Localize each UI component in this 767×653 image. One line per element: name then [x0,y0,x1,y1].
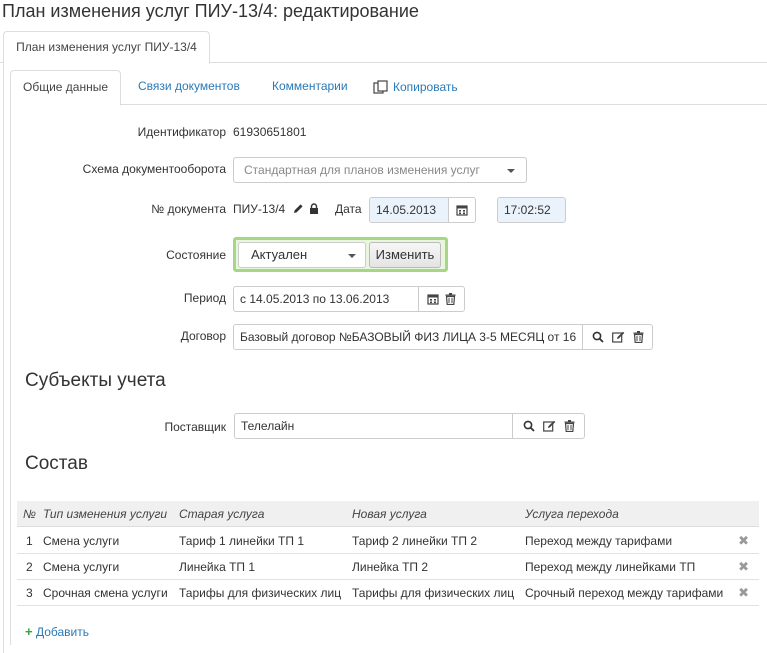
remove-icon[interactable]: ✖ [738,586,749,600]
state-group: Актуален Изменить [233,237,448,272]
inner-tabbar: Общие данные Связи документов Комментари… [10,70,767,106]
row-new: Тариф 2 линейки ТП 2 [352,534,478,548]
row-transition: Срочный переход между тарифами [525,586,724,600]
table-row[interactable]: 3 Срочная смена услуги Тарифы для физиче… [17,580,759,606]
trash-icon[interactable] [445,293,456,305]
remove-icon[interactable]: ✖ [738,534,749,548]
date-label: Дата [335,202,362,216]
row-new: Линейка ТП 2 [352,560,429,574]
tab-plan[interactable]: План изменения услуг ПИУ-13/4 [3,31,210,64]
copy-label: Копировать [393,80,458,94]
row-new: Тарифы для физических лиц [352,586,515,600]
identifier-value: 61930651801 [233,125,307,139]
chevron-down-icon [348,254,356,258]
row-type: Смена услуги [43,534,120,548]
state-select[interactable]: Актуален [238,242,366,268]
add-row-link[interactable]: + Добавить [25,624,89,639]
workflow-value: Стандартная для планов изменения услуг [244,163,480,177]
row-type: Срочная смена услуги [43,586,168,600]
provider-input[interactable]: Телелайн [234,413,513,439]
contract-input[interactable]: Базовый договор №БАЗОВЫЙ ФИЗ ЛИЦА 3-5 МЕ… [233,324,583,350]
pencil-icon[interactable] [292,203,304,215]
table-row[interactable]: 2 Смена услуги Линейка ТП 1 Линейка ТП 2… [17,554,759,580]
state-label: Состояние [166,248,226,262]
col-n: № [23,507,36,521]
provider-label: Поставщик [164,420,226,434]
tab-links[interactable]: Связи документов [138,70,240,105]
contract-label: Договор [180,329,226,343]
change-state-button[interactable]: Изменить [369,242,441,268]
docnum-label: № документа [151,202,226,216]
trash-icon[interactable] [633,331,644,343]
composition-title: Состав [25,453,88,474]
row-transition: Переход между тарифами [525,534,673,548]
identifier-label: Идентификатор [137,125,226,139]
page-title: План изменения услуг ПИУ-13/4: редактиро… [2,1,419,21]
row-type: Смена услуги [43,560,120,574]
plus-icon: + [25,624,33,639]
provider-addons [512,413,585,439]
trash-icon[interactable] [564,420,575,432]
row-n: 2 [26,560,33,574]
row-transition: Переход между линейками ТП [525,560,696,574]
search-icon[interactable] [523,420,535,432]
period-label: Период [183,291,226,305]
copy-button[interactable]: Копировать [373,70,458,105]
period-addons [418,286,465,312]
row-n: 3 [26,586,33,600]
outer-tabbar: План изменения услуг ПИУ-13/4 [0,31,767,64]
row-old: Линейка ТП 1 [179,560,256,574]
workflow-select[interactable]: Стандартная для планов изменения услуг [233,157,527,183]
workflow-label: Схема документооборота [82,162,226,176]
calendar-button[interactable] [448,197,476,223]
remove-icon[interactable]: ✖ [738,560,749,574]
tab-comments[interactable]: Комментарии [272,70,348,105]
search-icon[interactable] [592,331,604,343]
calendar-icon [456,204,468,216]
date-input[interactable]: 14.05.2013 [369,197,449,223]
row-old: Тарифы для физических лиц [179,586,342,600]
state-value: Актуален [251,247,308,262]
edit-icon[interactable] [542,420,556,432]
subjects-title: Субъекты учета [25,370,166,391]
period-input[interactable]: с 14.05.2013 по 13.06.2013 [233,286,419,312]
table-header: № Тип изменения услуги Старая услуга Нов… [17,501,759,527]
copy-icon [373,80,388,95]
col-new: Новая услуга [352,507,427,521]
lock-icon [309,203,319,215]
row-old: Тариф 1 линейки ТП 1 [179,534,305,548]
tab-general[interactable]: Общие данные [10,70,122,106]
time-input[interactable]: 17:02:52 [497,197,566,223]
add-label: Добавить [35,625,89,639]
row-n: 1 [26,534,33,548]
table-row[interactable]: 1 Смена услуги Тариф 1 линейки ТП 1 Тари… [17,528,759,554]
col-type: Тип изменения услуги [43,507,168,521]
edit-icon[interactable] [611,331,625,343]
contract-addons [582,324,653,350]
col-transition: Услуга перехода [525,507,619,521]
calendar-icon[interactable] [427,293,439,305]
col-old: Старая услуга [179,507,265,521]
docnum-value: ПИУ-13/4 [233,202,286,216]
chevron-down-icon [507,169,515,173]
